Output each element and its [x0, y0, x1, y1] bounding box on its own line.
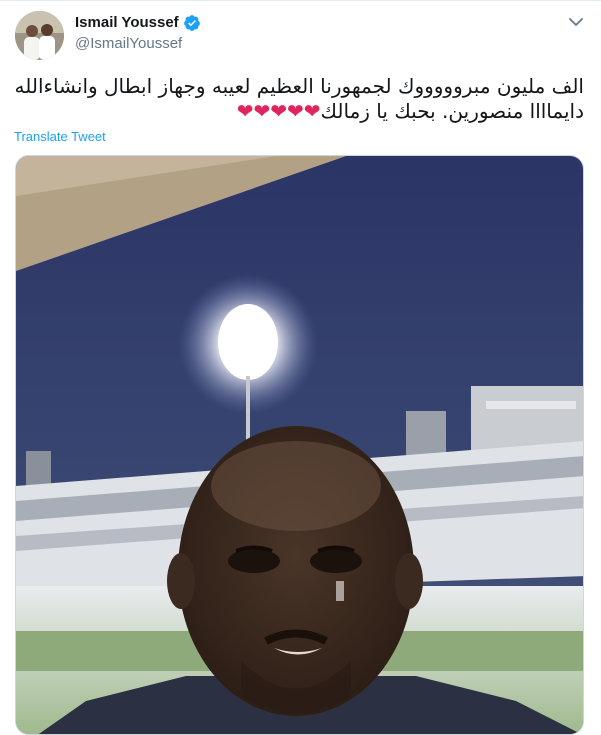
- tweet-text-line-2: دايماااا منصورين. بحبك يا زمالك❤❤❤❤❤: [14, 99, 584, 124]
- chevron-down-icon[interactable]: [566, 12, 586, 32]
- tweet-card[interactable]: Ismail Youssef @IsmailYoussef الف مليون …: [0, 0, 601, 735]
- hearts-emoji: ❤❤❤❤❤: [236, 99, 321, 123]
- avatar-photo: [15, 11, 64, 60]
- tweet-text-line-2-text: دايماااا منصورين. بحبك يا زمالك: [320, 99, 584, 123]
- translate-tweet-link[interactable]: Translate Tweet: [14, 129, 106, 144]
- display-name[interactable]: Ismail Youssef: [75, 13, 179, 33]
- tweet-text-line-1: الف مليون مبروووووك لجمهورنا العظيم لعيب…: [14, 74, 584, 98]
- tweet-photo[interactable]: [15, 155, 584, 735]
- verified-badge-icon: [183, 14, 201, 32]
- divider: [0, 0, 601, 1]
- handle[interactable]: @IsmailYoussef: [75, 34, 182, 54]
- tweet-text: الف مليون مبروووووك لجمهورنا العظيم لعيب…: [14, 74, 584, 124]
- avatar[interactable]: [15, 11, 64, 60]
- stadium-selfie-image: [16, 156, 583, 734]
